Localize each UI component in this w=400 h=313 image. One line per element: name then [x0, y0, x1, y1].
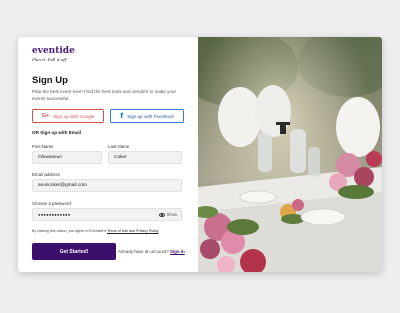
email-label: Email address [32, 172, 60, 177]
eye-icon [158, 212, 165, 217]
facebook-icon: f [120, 112, 124, 120]
first-name-field[interactable]: Oluwaseun [32, 151, 102, 164]
last-name-value: Coker [114, 155, 127, 160]
facebook-signup-button[interactable]: f Sign up with Facebook [110, 109, 184, 123]
password-value: ●●●●●●●●●●●● [38, 212, 71, 217]
first-name-value: Oluwaseun [38, 155, 62, 160]
signup-card: eventide Plan it. Pull it off. Sign Up P… [18, 37, 382, 272]
email-divider-label: OR Sign up with Email [32, 130, 82, 135]
event-table-photo [198, 37, 382, 272]
google-signup-button[interactable]: G+ Sign up with Google [32, 109, 104, 123]
google-signup-label: Sign up with Google [53, 113, 95, 119]
event-table-illustration [198, 37, 382, 272]
terms-prefix: By clicking this button, you agree to Ev… [32, 229, 107, 233]
brand-logo: eventide [32, 46, 75, 56]
signup-form-panel: eventide Plan it. Pull it off. Sign Up P… [18, 37, 198, 272]
show-password-toggle[interactable]: Show [158, 212, 177, 217]
signin-link[interactable]: Sign in [170, 249, 185, 254]
signin-prompt: Already have an account? Sign in [118, 249, 185, 254]
facebook-signup-label: Sign up with Facebook [127, 113, 174, 119]
show-password-label: Show [166, 212, 177, 217]
first-name-label: First Name [32, 144, 54, 149]
last-name-field[interactable]: Coker [108, 151, 182, 164]
email-field[interactable]: seuncoker@gmail.com [32, 179, 182, 192]
get-started-button[interactable]: Get Started! [32, 243, 116, 260]
page-subtitle: Plan the best event ever! Find the best … [32, 89, 177, 101]
password-field[interactable]: ●●●●●●●●●●●● Show [32, 208, 182, 221]
last-name-label: Last Name [108, 144, 130, 149]
terms-link[interactable]: Terms of Use and Privacy Policy [107, 229, 159, 233]
password-label: Choose a password [32, 201, 71, 206]
page-title: Sign Up [32, 75, 68, 86]
terms-notice: By clicking this button, you agree to Ev… [32, 229, 158, 233]
signin-prompt-text: Already have an account? [118, 249, 169, 254]
email-value: seuncoker@gmail.com [38, 183, 87, 188]
google-icon: G+ [41, 113, 50, 119]
brand-tagline: Plan it. Pull it off. [32, 57, 68, 62]
